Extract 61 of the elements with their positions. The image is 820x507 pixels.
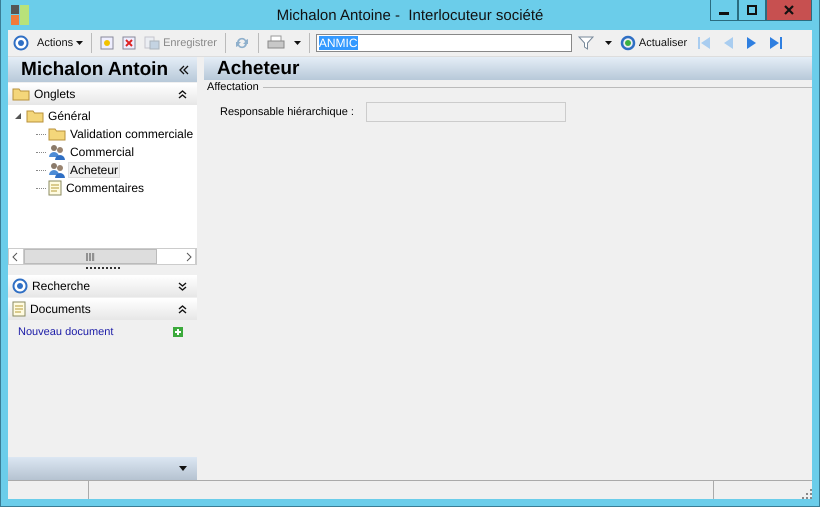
app-icon (11, 5, 29, 25)
collapse-icon[interactable] (178, 90, 187, 98)
expanded-arrow-icon[interactable] (14, 112, 22, 120)
tree-item[interactable]: Validation commerciale (68, 127, 196, 141)
panel-title: Michalon Antoin (21, 58, 168, 80)
note-icon (48, 180, 62, 196)
maximize-button[interactable] (738, 0, 766, 21)
folder-icon (26, 109, 44, 123)
collapse-panel-icon[interactable] (179, 64, 189, 74)
section-header[interactable]: Onglets (8, 83, 197, 105)
tree-item[interactable]: Acheteur (68, 162, 120, 178)
target-icon (13, 35, 29, 51)
new-button[interactable] (98, 34, 116, 52)
folder-icon (12, 87, 30, 101)
tree-item[interactable]: Commercial (68, 145, 136, 159)
section-title: Onglets (34, 87, 76, 101)
window-title: Michalon Antoine - Interlocuteur société (276, 7, 544, 24)
last-icon[interactable] (769, 36, 784, 50)
people-icon (48, 144, 66, 160)
close-button[interactable] (766, 0, 812, 21)
plus-icon[interactable] (173, 327, 183, 337)
target-icon (12, 278, 28, 294)
section-title: Recherche (32, 279, 90, 293)
close-icon (784, 5, 794, 15)
horizontal-scrollbar[interactable] (8, 248, 197, 265)
splitter-grip[interactable] (86, 267, 120, 271)
collapse-icon[interactable] (178, 304, 187, 314)
folder-icon (48, 127, 66, 141)
scroll-thumb[interactable] (24, 249, 157, 264)
input-field[interactable] (366, 102, 566, 122)
section-header[interactable]: Documents (8, 298, 197, 320)
dropdown-arrow-icon[interactable] (179, 466, 187, 471)
target-button[interactable] (11, 33, 31, 53)
minimize-icon (719, 12, 729, 15)
printer-icon (266, 35, 285, 51)
caret-icon (604, 41, 612, 45)
minimize-button[interactable] (710, 0, 738, 21)
caret-icon (294, 41, 301, 45)
refresh-button[interactable]: Actualiser (618, 33, 690, 53)
resize-grip-icon[interactable] (802, 489, 812, 499)
document-icon (12, 301, 26, 317)
sync-icon (234, 35, 250, 51)
section-header[interactable]: Recherche (8, 275, 197, 297)
group-title: Affectation (206, 81, 259, 93)
people-icon (48, 162, 66, 178)
actions-button[interactable]: Actions (35, 35, 86, 51)
filter-icon (578, 35, 594, 51)
maximize-icon (747, 5, 757, 15)
expand-icon[interactable] (178, 282, 187, 290)
tree-item[interactable]: Général (46, 109, 93, 123)
delete-icon (122, 36, 136, 50)
refresh-icon (620, 35, 636, 51)
new-document-icon (100, 36, 114, 50)
caret-icon (76, 41, 84, 45)
page-title: Acheteur (217, 58, 300, 80)
new-document-link[interactable]: Nouveau document (18, 326, 114, 338)
save-icon (144, 36, 160, 50)
section-title: Documents (30, 302, 91, 316)
field-label: Responsable hiérarchique : (220, 106, 354, 118)
delete-button[interactable] (120, 34, 138, 52)
tree-item[interactable]: Commentaires (64, 181, 146, 195)
